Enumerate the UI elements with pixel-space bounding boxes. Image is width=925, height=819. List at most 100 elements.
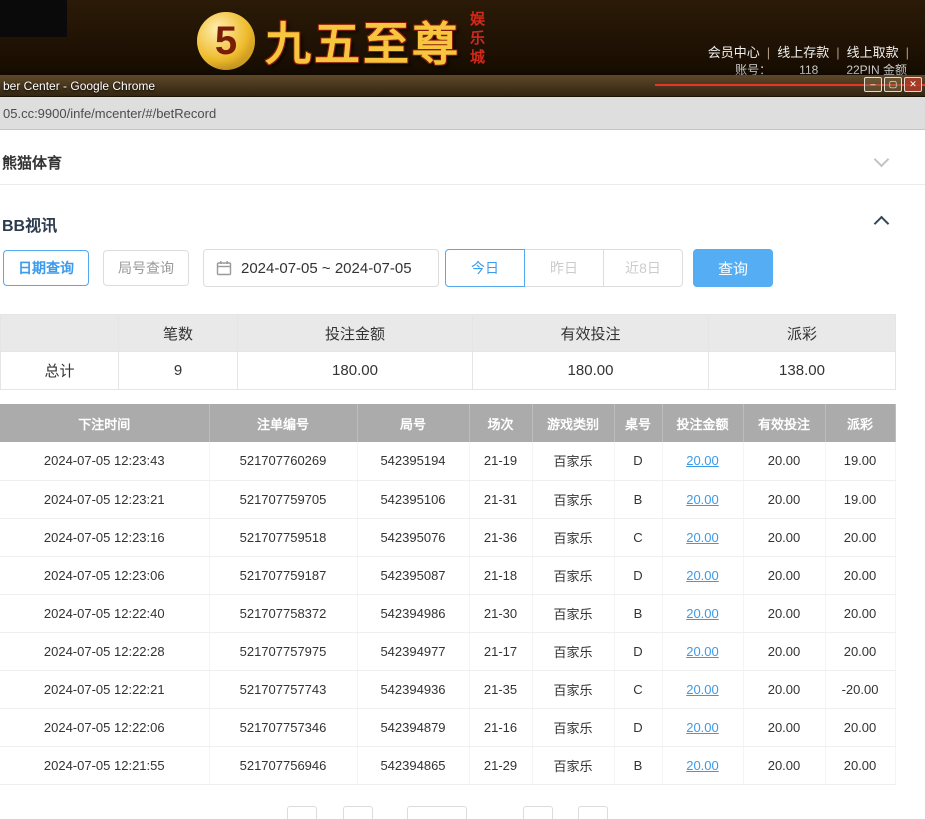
bet-table-cell: 521707757346 xyxy=(209,708,357,746)
bet-table-cell: 542395076 xyxy=(357,518,469,556)
table-row: 2024-07-05 12:22:21521707757743542394936… xyxy=(0,670,895,708)
bet-table-header-row: 下注时间注单编号局号场次游戏类别桌号投注金额有效投注派彩 xyxy=(0,404,895,442)
bet-table-cell: 2024-07-05 12:22:28 xyxy=(0,632,209,670)
bet-table-cell: 2024-07-05 12:23:06 xyxy=(0,556,209,594)
pagination-prev-button[interactable] xyxy=(287,806,317,819)
section-panda-sports[interactable]: 熊猫体育 xyxy=(0,138,925,185)
bet-table-cell: 20.00 xyxy=(662,746,743,784)
yesterday-button[interactable]: 昨日 xyxy=(524,249,604,287)
bet-amount-link[interactable]: 20.00 xyxy=(686,606,719,621)
table-row: 2024-07-05 12:23:16521707759518542395076… xyxy=(0,518,895,556)
chevron-down-icon[interactable] xyxy=(874,152,890,168)
bet-table-cell: D xyxy=(614,708,662,746)
bet-table-cell: 2024-07-05 12:21:55 xyxy=(0,746,209,784)
bet-table-cell: B xyxy=(614,594,662,632)
bet-table-cell: 2024-07-05 12:22:40 xyxy=(0,594,209,632)
today-button[interactable]: 今日 xyxy=(445,249,525,287)
bet-table-cell: 21-31 xyxy=(469,480,532,518)
bet-table-cell: 20.00 xyxy=(825,746,895,784)
nav-separator: | xyxy=(767,45,770,60)
table-row: 2024-07-05 12:23:21521707759705542395106… xyxy=(0,480,895,518)
bet-amount-link[interactable]: 20.00 xyxy=(686,453,719,468)
close-button[interactable]: ✕ xyxy=(904,77,922,92)
table-row: 2024-07-05 12:23:43521707760269542395194… xyxy=(0,442,895,480)
bet-table-cell: 2024-07-05 12:23:21 xyxy=(0,480,209,518)
bet-table-cell: 21-30 xyxy=(469,594,532,632)
bet-table-cell: 百家乐 xyxy=(532,708,614,746)
quick-range-group: 今日 昨日 近8日 xyxy=(445,249,683,287)
bet-table-cell: 20.00 xyxy=(743,670,825,708)
summary-header-valid-bet: 有效投注 xyxy=(473,315,709,352)
bet-table-cell: D xyxy=(614,442,662,480)
top-nav: 会员中心|线上存款|线上取款| xyxy=(701,42,909,61)
nav-link[interactable]: 会员中心 xyxy=(708,45,760,60)
browser-url-bar[interactable]: 05.cc:9900/infe/mcenter/#/betRecord xyxy=(0,97,925,130)
calendar-icon xyxy=(216,260,232,276)
summary-count-value: 9 xyxy=(119,352,238,390)
pagination-size-select[interactable] xyxy=(407,806,467,819)
bet-table-cell: 百家乐 xyxy=(532,480,614,518)
table-row: 2024-07-05 12:21:55521707756946542394865… xyxy=(0,746,895,784)
logo-vertical-text: 娱乐城 xyxy=(466,11,487,68)
bet-table-cell: 542394986 xyxy=(357,594,469,632)
url-text[interactable]: 05.cc:9900/infe/mcenter/#/betRecord xyxy=(3,106,216,121)
summary-header-count: 笔数 xyxy=(119,315,238,352)
search-button[interactable]: 查询 xyxy=(693,249,773,287)
date-range-picker[interactable]: 2024-07-05 ~ 2024-07-05 xyxy=(203,249,439,287)
browser-window: ber Center - Google Chrome – ▢ ✕ 05.cc:9… xyxy=(0,75,925,819)
summary-total-label: 总计 xyxy=(1,352,119,390)
bet-table-cell: 百家乐 xyxy=(532,746,614,784)
browser-title-bar[interactable]: ber Center - Google Chrome – ▢ ✕ xyxy=(0,75,925,97)
bet-table-cell: 20.00 xyxy=(825,556,895,594)
nav-link[interactable]: 线上存款 xyxy=(777,45,829,60)
date-query-tab[interactable]: 日期查询 xyxy=(3,250,89,286)
bet-table-cell: 521707759518 xyxy=(209,518,357,556)
bet-amount-link[interactable]: 20.00 xyxy=(686,568,719,583)
maximize-button[interactable]: ▢ xyxy=(884,77,902,92)
bet-table-cell: 542395087 xyxy=(357,556,469,594)
nav-separator: | xyxy=(836,45,839,60)
bet-table-cell: 20.00 xyxy=(743,746,825,784)
bet-table-cell: 百家乐 xyxy=(532,518,614,556)
bet-table-cell: 542395106 xyxy=(357,480,469,518)
pagination xyxy=(0,806,895,819)
bet-table-cell: -20.00 xyxy=(825,670,895,708)
section-bb-video[interactable]: BB视讯 xyxy=(0,198,925,243)
last-8-days-button[interactable]: 近8日 xyxy=(603,249,683,287)
chevron-up-icon[interactable] xyxy=(874,216,890,232)
bet-amount-link[interactable]: 20.00 xyxy=(686,682,719,697)
bet-amount-link[interactable]: 20.00 xyxy=(686,644,719,659)
pagination-jump-box[interactable] xyxy=(578,806,608,819)
bet-table-cell: 20.00 xyxy=(825,632,895,670)
pagination-page-button[interactable] xyxy=(343,806,373,819)
bet-table-cell: 521707757975 xyxy=(209,632,357,670)
bet-table-cell: 20.00 xyxy=(825,708,895,746)
bet-table-cell: 20.00 xyxy=(743,442,825,480)
bet-table-header-cell: 投注金额 xyxy=(662,404,743,442)
pagination-next-button[interactable] xyxy=(523,806,553,819)
bet-table-cell: 百家乐 xyxy=(532,442,614,480)
section-title: 熊猫体育 xyxy=(2,152,62,173)
bet-amount-link[interactable]: 20.00 xyxy=(686,720,719,735)
logo-emblem-char: 5 xyxy=(215,19,237,64)
bet-amount-link[interactable]: 20.00 xyxy=(686,530,719,545)
round-query-tab[interactable]: 局号查询 xyxy=(103,250,189,286)
bet-table-cell: 百家乐 xyxy=(532,556,614,594)
bet-table-cell: 20.00 xyxy=(662,556,743,594)
bet-table-cell: 521707759187 xyxy=(209,556,357,594)
bet-table-cell: 21-35 xyxy=(469,670,532,708)
bet-amount-link[interactable]: 20.00 xyxy=(686,758,719,773)
minimize-button[interactable]: – xyxy=(864,77,882,92)
summary-header-row: 笔数 投注金额 有效投注 派彩 xyxy=(1,315,896,352)
table-row: 2024-07-05 12:22:06521707757346542394879… xyxy=(0,708,895,746)
window-controls: – ▢ ✕ xyxy=(864,77,922,92)
page-content: 熊猫体育 BB视讯 日期查询 局号查询 2024-07-05 ~ 2024-07… xyxy=(0,130,925,818)
bet-amount-link[interactable]: 20.00 xyxy=(686,492,719,507)
bet-table-cell: 20.00 xyxy=(743,632,825,670)
summary-total-row: 总计 9 180.00 180.00 138.00 xyxy=(1,352,896,390)
bet-table-cell: C xyxy=(614,670,662,708)
bet-table-cell: 521707757743 xyxy=(209,670,357,708)
table-row: 2024-07-05 12:23:06521707759187542395087… xyxy=(0,556,895,594)
nav-link[interactable]: 线上取款 xyxy=(847,45,899,60)
bet-table-header-cell: 注单编号 xyxy=(209,404,357,442)
